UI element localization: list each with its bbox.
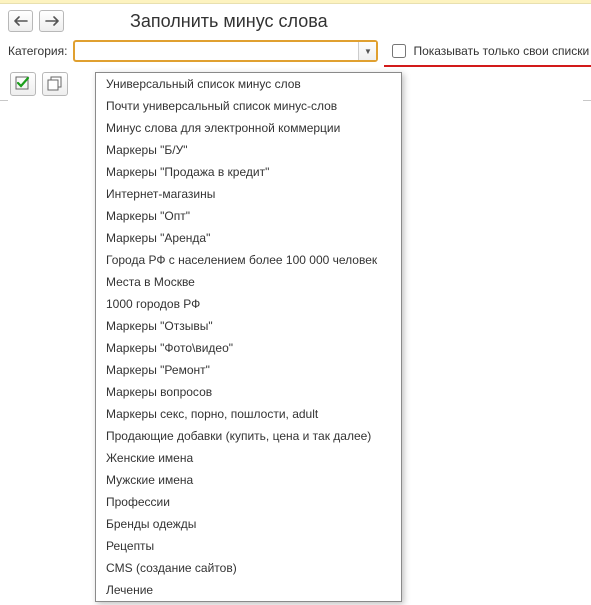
forward-button[interactable] <box>39 10 64 32</box>
page-title: Заполнить минус слова <box>130 11 328 32</box>
dropdown-item[interactable]: Почти универсальный список минус-слов <box>96 95 401 117</box>
category-label: Категория: <box>8 44 67 58</box>
dropdown-item[interactable]: Города РФ с населением более 100 000 чел… <box>96 249 401 271</box>
dropdown-item[interactable]: Маркеры "Фото\видео" <box>96 337 401 359</box>
highlight-underline <box>384 65 591 67</box>
chevron-down-icon: ▼ <box>364 47 372 56</box>
dropdown-item[interactable]: Бренды одежды <box>96 513 401 535</box>
dropdown-item[interactable]: Мужские имена <box>96 469 401 491</box>
dropdown-item[interactable]: Маркеры "Продажа в кредит" <box>96 161 401 183</box>
show-own-checkbox[interactable] <box>392 44 406 58</box>
dropdown-item[interactable]: Интернет-магазины <box>96 183 401 205</box>
dropdown-item[interactable]: Маркеры "Поиск работы" <box>96 601 401 602</box>
dropdown-item[interactable]: Рецепты <box>96 535 401 557</box>
dropdown-item[interactable]: Лечение <box>96 579 401 601</box>
dropdown-item[interactable]: Профессии <box>96 491 401 513</box>
check-all-icon <box>15 76 31 92</box>
dropdown-item[interactable]: Маркеры "Отзывы" <box>96 315 401 337</box>
back-button[interactable] <box>8 10 33 32</box>
dropdown-item[interactable]: Маркеры вопросов <box>96 381 401 403</box>
dropdown-item[interactable]: Маркеры "Аренда" <box>96 227 401 249</box>
dropdown-item[interactable]: 1000 городов РФ <box>96 293 401 315</box>
dropdown-item[interactable]: Маркеры "Ремонт" <box>96 359 401 381</box>
dropdown-item[interactable]: Места в Москве <box>96 271 401 293</box>
header-row: Заполнить минус слова <box>0 4 591 36</box>
dropdown-item[interactable]: Маркеры секс, порно, пошлости, adult <box>96 403 401 425</box>
dropdown-item[interactable]: Продающие добавки (купить, цена и так да… <box>96 425 401 447</box>
category-dropdown-button[interactable]: ▼ <box>358 42 376 60</box>
select-all-button[interactable] <box>10 72 36 96</box>
dropdown-item[interactable]: Универсальный список минус слов <box>96 73 401 95</box>
deselect-all-button[interactable] <box>42 72 68 96</box>
show-own-wrap: Показывать только свои списки <box>388 41 589 61</box>
category-input[interactable] <box>75 42 358 60</box>
dropdown-item[interactable]: Минус слова для электронной коммерции <box>96 117 401 139</box>
category-row: Категория: ▼ Показывать только свои спис… <box>0 36 591 66</box>
dropdown-item[interactable]: Маркеры "Опт" <box>96 205 401 227</box>
dropdown-item[interactable]: Женские имена <box>96 447 401 469</box>
show-own-label: Показывать только свои списки <box>413 44 589 58</box>
category-dropdown-list[interactable]: Универсальный список минус словПочти уни… <box>95 72 402 602</box>
empty-boxes-icon <box>47 76 63 92</box>
dropdown-item[interactable]: CMS (создание сайтов) <box>96 557 401 579</box>
category-combo[interactable]: ▼ <box>73 40 378 62</box>
dropdown-item[interactable]: Маркеры "Б/У" <box>96 139 401 161</box>
